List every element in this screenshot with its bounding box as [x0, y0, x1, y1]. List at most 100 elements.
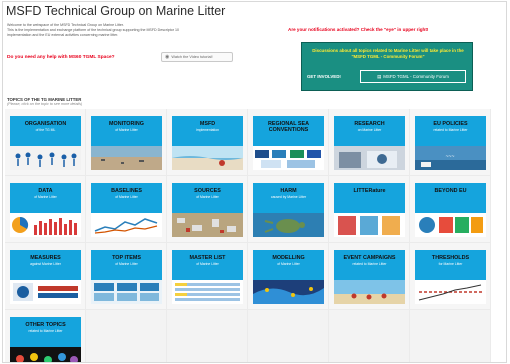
topic-title: THRESHOLDS	[431, 255, 470, 261]
topic-cell: ORGANISATION of the TG ML	[5, 109, 86, 176]
topic-cell: DATA of Marine Litter	[5, 176, 86, 243]
forum-icon: ▤	[377, 73, 382, 79]
topic-thumbnail	[10, 213, 81, 237]
topic-tile-thresholds[interactable]: THRESHOLDS for Marine Litter	[415, 250, 486, 304]
topic-thumbnail	[334, 213, 405, 237]
topic-title: MASTER LIST	[189, 255, 226, 261]
topic-tile-sources[interactable]: SOURCES of Marine Litter	[172, 183, 243, 237]
topic-cell: THRESHOLDS for Marine Litter	[410, 243, 491, 310]
topic-tile-harm[interactable]: HARM caused by Marine Litter	[253, 183, 324, 237]
topic-tile-organisation[interactable]: ORGANISATION of the TG ML	[10, 116, 81, 170]
topic-title-line-2: CONVENTIONS	[268, 127, 309, 133]
topic-title: DATA	[38, 188, 53, 194]
empty-cell	[410, 310, 491, 362]
topic-title: MEASURES	[30, 255, 61, 261]
topic-thumbnail	[253, 213, 324, 237]
topic-cell: LITTERature	[329, 176, 410, 243]
topic-subtitle: of Marine Litter	[115, 195, 138, 199]
watch-video-button[interactable]: ◉ Watch the Video tutorial!	[161, 52, 233, 62]
intro-line: implementation and the EU external activ…	[7, 33, 119, 38]
topic-cell: MSFD implementation	[167, 109, 248, 176]
topic-subtitle: related to Marine Litter	[352, 262, 387, 266]
topic-title: TOP ITEMS	[112, 255, 141, 261]
topic-thumbnail: ~~~	[415, 146, 486, 170]
topic-title: SOURCES	[194, 188, 221, 194]
topic-thumbnail	[253, 280, 324, 304]
topic-tile-modelling[interactable]: MODELLING of Marine Litter	[253, 250, 324, 304]
topic-cell: MONITORING of Marine Litter	[86, 109, 167, 176]
empty-cell	[329, 310, 410, 362]
watch-video-label: Watch the Video tutorial!	[171, 55, 213, 59]
topic-subtitle: implementation	[196, 128, 219, 132]
topic-thumbnail	[10, 280, 81, 304]
topic-subtitle: of Marine Litter	[115, 128, 138, 132]
topics-grid: ORGANISATION of the TG ML MONITORING of Mar…	[5, 109, 491, 362]
topic-title: BEYOND EU	[434, 188, 467, 194]
topic-cell: TOP ITEMS of Marine Litter	[86, 243, 167, 310]
topic-title: MODELLING	[272, 255, 305, 261]
topic-tile-other-topics[interactable]: OTHER TOPICS related to Marine Litter	[10, 317, 81, 362]
topic-cell: MODELLING of Marine Litter	[248, 243, 329, 310]
svg-text:~~~: ~~~	[446, 154, 455, 160]
topic-tile-beyond-eu[interactable]: BEYOND EU	[415, 183, 486, 237]
eye-icon: ◉	[165, 54, 170, 60]
topic-cell: OTHER TOPICS related to Marine Litter	[5, 310, 86, 362]
help-question: Do you need any help with MS60 TGML Spac…	[7, 55, 115, 60]
topic-cell: EU POLICIES related to Marine Litter ~~~	[410, 109, 491, 176]
page-title: MSFD Technical Group on Marine Litter	[6, 4, 226, 18]
topic-cell: RESEARCH on Marine Litter	[329, 109, 410, 176]
topic-tile-event-campaigns[interactable]: EVENT CAMPAIGNS related to Marine Litter	[334, 250, 405, 304]
topic-tile-baselines[interactable]: BASELINES of Marine Litter	[91, 183, 162, 237]
topic-cell: BASELINES of Marine Litter	[86, 176, 167, 243]
topics-subheading: (Please, click on the topic to see more …	[7, 102, 83, 106]
topic-tile-top-items[interactable]: TOP ITEMS of Marine Litter	[91, 250, 162, 304]
topic-subtitle: for Marine Litter	[438, 262, 463, 266]
page-frame: MSFD Technical Group on Marine Litter We…	[2, 1, 507, 363]
topic-subtitle: of Marine Litter	[34, 195, 57, 199]
topic-cell: EVENT CAMPAIGNS related to Marine Litter	[329, 243, 410, 310]
topic-title: ORGANISATION	[24, 121, 67, 127]
topic-title: MSFD	[199, 121, 216, 127]
topic-thumbnail	[10, 146, 81, 170]
topic-subtitle: of Marine Litter	[196, 195, 219, 199]
topic-title: HARM	[280, 188, 297, 194]
topic-title: LITTERature	[353, 188, 386, 194]
get-involved-label: GET INVOLVED!	[307, 74, 341, 79]
topic-subtitle: related to Marine Litter	[28, 329, 63, 333]
topic-thumbnail	[91, 280, 162, 304]
topic-subtitle: of the TG ML	[35, 128, 56, 132]
topic-thumbnail	[334, 146, 405, 170]
topic-tile-data[interactable]: DATA of Marine Litter	[10, 183, 81, 237]
topic-tile-eu-policies[interactable]: EU POLICIES related to Marine Litter ~~~	[415, 116, 486, 170]
topic-tile-monitoring[interactable]: MONITORING of Marine Litter	[91, 116, 162, 170]
topic-title: RESEARCH	[354, 121, 385, 127]
topic-cell: MASTER LIST of Marine Litter	[167, 243, 248, 310]
topic-thumbnail	[415, 280, 486, 304]
topic-thumbnail	[91, 213, 162, 237]
topic-tile-litterature[interactable]: LITTERature	[334, 183, 405, 237]
empty-cell	[167, 310, 248, 362]
topic-thumbnail	[91, 146, 162, 170]
topic-tile-research[interactable]: RESEARCH on Marine Litter	[334, 116, 405, 170]
topic-cell: BEYOND EU	[410, 176, 491, 243]
intro-text: Welcome to the webspace of the MSFD Tech…	[7, 23, 303, 39]
topic-tile-regional-sea[interactable]: REGIONAL SEA CONVENTIONS	[253, 116, 324, 170]
topic-thumbnail	[415, 213, 486, 237]
topic-thumbnail	[172, 146, 243, 170]
topic-title: EVENT CAMPAIGNS	[343, 255, 396, 261]
topic-tile-master-list[interactable]: MASTER LIST of Marine Litter	[172, 250, 243, 304]
topic-subtitle: of Marine Litter	[196, 262, 219, 266]
empty-cell	[248, 310, 329, 362]
topic-subtitle: of Marine Litter	[277, 262, 300, 266]
forum-description: Discussions about all topics related to …	[312, 48, 464, 59]
topic-tile-msfd[interactable]: MSFD implementation	[172, 116, 243, 170]
topic-thumbnail	[172, 280, 243, 304]
topic-cell: MEASURES against Marine Litter	[5, 243, 86, 310]
topic-subtitle: related to Marine Litter	[433, 128, 468, 132]
topic-tile-measures[interactable]: MEASURES against Marine Litter	[10, 250, 81, 304]
topic-thumbnail	[253, 146, 324, 170]
topic-thumbnail	[172, 213, 243, 237]
topic-thumbnail	[334, 280, 405, 304]
community-forum-button[interactable]: ▤ MSFD TGML - Community Forum	[360, 70, 466, 83]
topic-subtitle: against Marine Litter	[30, 262, 61, 266]
